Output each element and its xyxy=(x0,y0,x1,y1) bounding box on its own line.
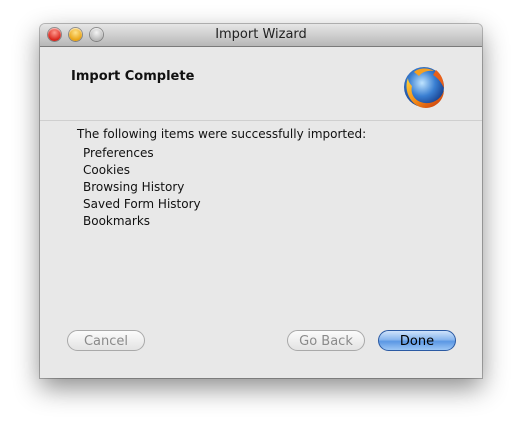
import-summary-text: The following items were successfully im… xyxy=(77,127,367,141)
imported-items-list: Preferences Cookies Browsing History Sav… xyxy=(83,145,201,230)
import-wizard-window: Import Wizard Import Complete The follow… xyxy=(40,24,482,378)
cancel-button[interactable]: Cancel xyxy=(67,330,145,351)
list-item: Browsing History xyxy=(83,180,185,194)
go-back-button[interactable]: Go Back xyxy=(287,330,365,351)
list-item: Preferences xyxy=(83,146,154,160)
header-divider xyxy=(40,120,482,121)
page-heading: Import Complete xyxy=(71,69,195,84)
window-title: Import Wizard xyxy=(215,27,307,42)
done-button[interactable]: Done xyxy=(378,330,456,351)
desktop: Import Wizard Import Complete The follow… xyxy=(0,0,522,433)
list-item: Cookies xyxy=(83,163,130,177)
firefox-logo-icon xyxy=(404,67,444,108)
title-bar[interactable]: Import Wizard xyxy=(40,24,482,47)
list-item: Bookmarks xyxy=(83,214,151,228)
list-item: Saved Form History xyxy=(83,197,201,211)
